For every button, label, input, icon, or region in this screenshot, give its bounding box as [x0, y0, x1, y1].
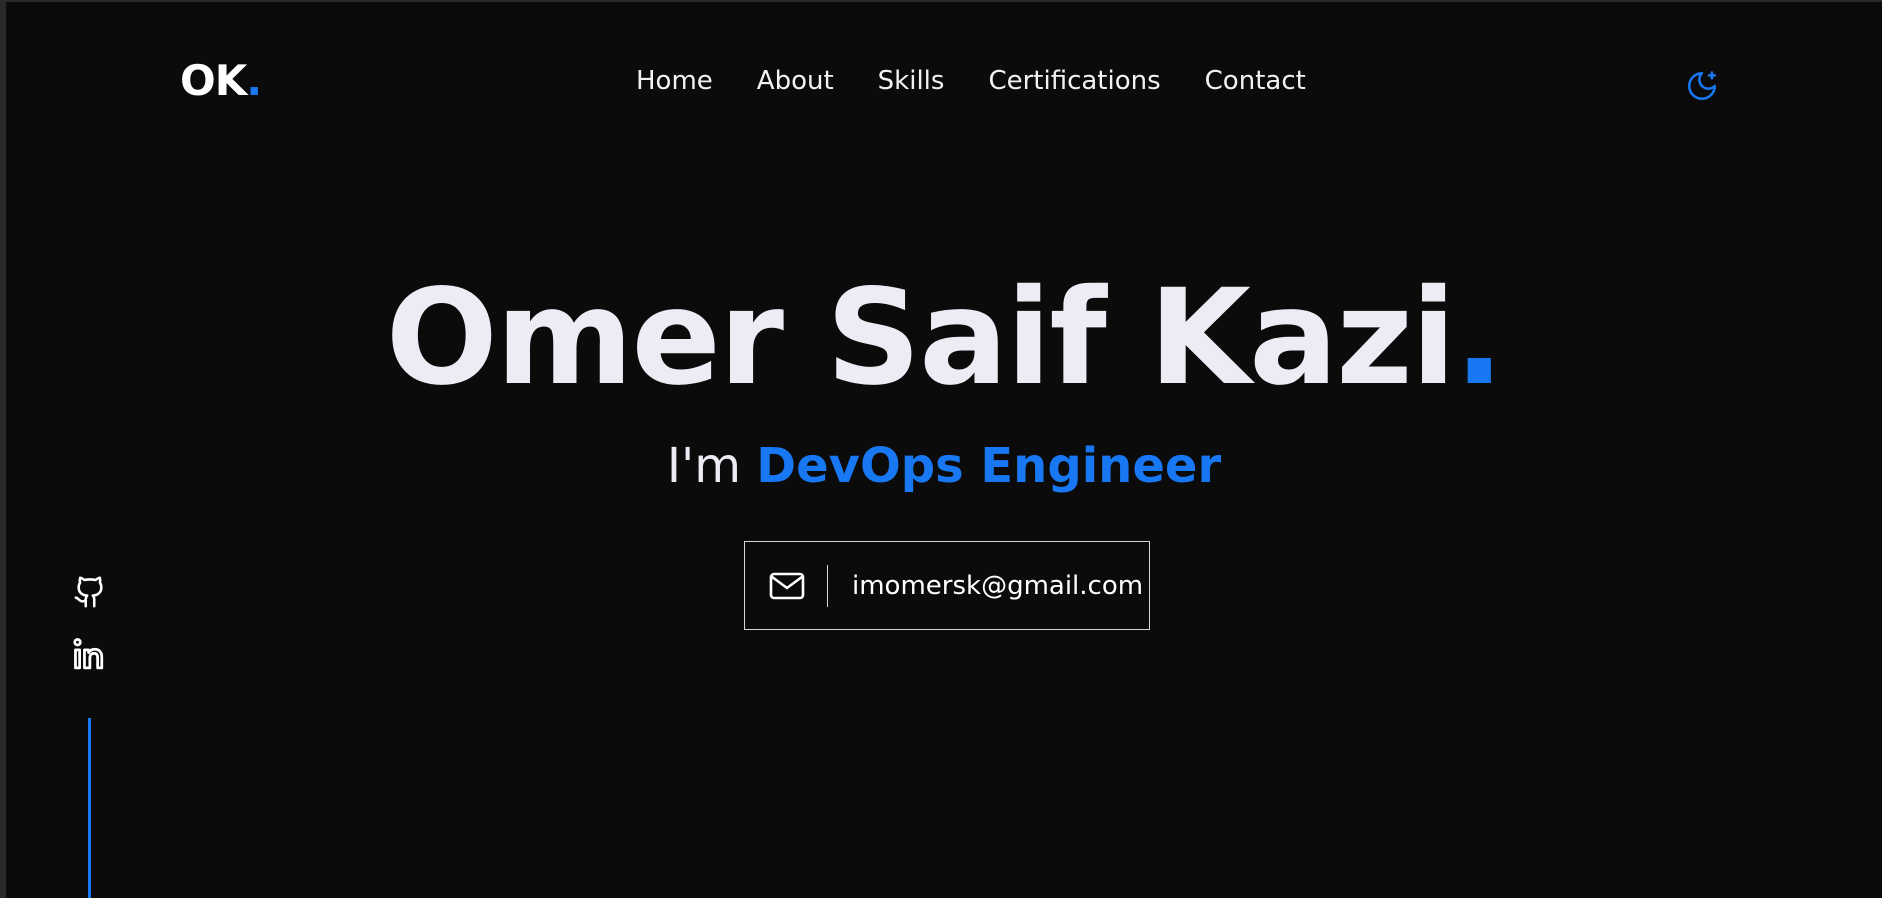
theme-toggle-button[interactable]: [1684, 68, 1720, 104]
hero-name: Omer Saif Kazi.: [6, 272, 1882, 404]
page-viewport: OK. Home About Skills Certifications Con…: [6, 2, 1882, 898]
moon-icon: [1687, 71, 1717, 101]
hero-name-text: Omer Saif Kazi: [385, 261, 1457, 415]
email-address: imomersk@gmail.com: [852, 570, 1144, 601]
main-nav: Home About Skills Certifications Contact: [636, 68, 1306, 94]
hero-name-dot: .: [1454, 261, 1504, 415]
hero-prefix: I'm: [666, 438, 741, 494]
site-logo[interactable]: OK.: [180, 60, 262, 102]
logo-dot: .: [246, 56, 262, 105]
mail-icon: [769, 572, 805, 600]
email-contact-button[interactable]: imomersk@gmail.com: [744, 541, 1150, 630]
linkedin-link[interactable]: [70, 634, 110, 674]
nav-link-home[interactable]: Home: [636, 68, 713, 94]
hero-role: DevOps Engineer: [756, 438, 1222, 494]
github-icon: [74, 576, 103, 608]
linkedin-icon: [73, 638, 104, 670]
hero-subtitle: I'm DevOps Engineer: [6, 442, 1882, 490]
nav-link-contact[interactable]: Contact: [1205, 68, 1306, 94]
github-link[interactable]: [70, 572, 110, 612]
social-sidebar-line: [88, 718, 91, 898]
logo-text: OK: [180, 56, 247, 105]
nav-link-skills[interactable]: Skills: [878, 68, 945, 94]
nav-link-certifications[interactable]: Certifications: [988, 68, 1160, 94]
email-divider: [827, 564, 828, 607]
nav-link-about[interactable]: About: [757, 68, 834, 94]
